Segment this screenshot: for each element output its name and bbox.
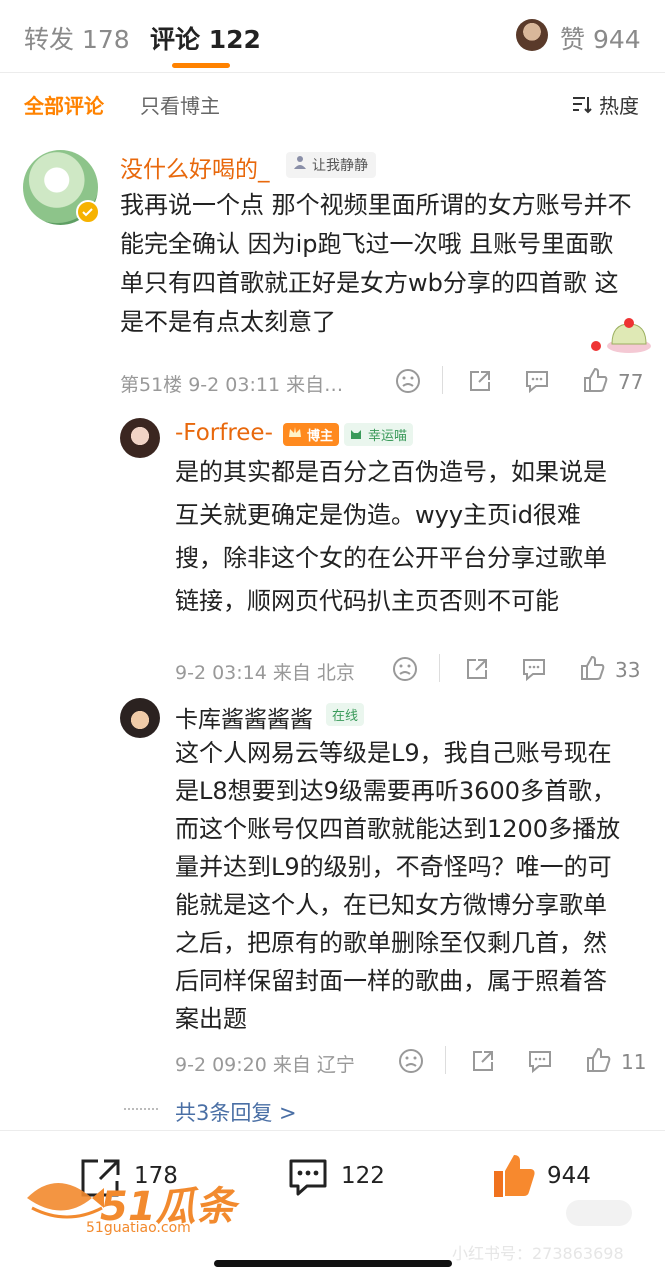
xhs-id-watermark: 小红书号：273863698 [452, 1244, 624, 1263]
comment-bubble-icon[interactable] [285, 1155, 331, 1201]
lucky-badge: 幸运喵 [344, 423, 414, 446]
xhs-logo [566, 1200, 632, 1226]
reply-avatar[interactable] [120, 698, 160, 738]
cat-icon [351, 430, 361, 439]
host-badge: 博主 [283, 423, 340, 446]
reply-author-name[interactable]: 卡库酱酱酱酱 [175, 700, 313, 734]
dislike-icon[interactable] [395, 368, 421, 394]
tab-comments[interactable]: 评论 122 [150, 20, 261, 56]
reply-text: 是的其实都是百分之百伪造号，如果说是互关就更确定是伪造。wyy主页id很难搜，除… [175, 458, 607, 615]
tab-repost[interactable]: 转发 178 [24, 20, 130, 56]
reply-text: 这个人网易云等级是L9，我自己账号现在是L8想要到达9级需要再听3600多首歌，… [175, 739, 621, 1033]
tab-likes[interactable]: 赞 944 [560, 20, 641, 56]
pudding-sticker-icon [591, 318, 651, 353]
thumbs-up-icon[interactable] [579, 654, 605, 682]
verified-badge-icon [76, 200, 100, 224]
comment-icon[interactable] [521, 656, 547, 682]
like-count: 77 [618, 370, 644, 394]
like-count: 33 [615, 658, 641, 682]
lucky-badge-label: 幸运喵 [368, 429, 408, 444]
reply-author-name[interactable]: -Forfree- [175, 420, 273, 446]
share-icon[interactable] [470, 1048, 496, 1074]
reply-meta: 9-2 03:14 来自 北京 [175, 662, 355, 684]
active-tab-indicator [172, 63, 230, 68]
like-thumb-icon[interactable] [490, 1151, 538, 1201]
meditate-icon [294, 156, 306, 169]
divider [442, 366, 443, 394]
divider [439, 654, 440, 682]
thumbs-up-icon[interactable] [585, 1046, 611, 1074]
reply-meta: 9-2 09:20 来自 辽宁 [175, 1054, 355, 1076]
filter-author-only[interactable]: 只看博主 [140, 90, 220, 119]
home-indicator [214, 1260, 452, 1267]
comment-icon[interactable] [524, 368, 550, 394]
online-badge: 在线 [326, 703, 365, 726]
top-tab-bar: 转发 178 评论 122 赞 944 [0, 0, 665, 72]
like-count-total: 944 [547, 1163, 591, 1189]
dislike-icon[interactable] [392, 656, 418, 682]
share-icon[interactable] [467, 368, 493, 394]
watermark-url: 51guatiao.com [86, 1220, 191, 1236]
dislike-icon[interactable] [398, 1048, 424, 1074]
sort-label: 热度 [599, 94, 639, 118]
more-replies-link[interactable]: 共3条回复 > [175, 1097, 297, 1127]
share-icon[interactable] [464, 656, 490, 682]
comment-icon[interactable] [527, 1048, 553, 1074]
user-badge-label: 让我静静 [312, 158, 368, 174]
reply-avatar[interactable] [120, 418, 160, 458]
comment-text: 我再说一个点 那个视频里面所谓的女方账号并不能完全确认 因为ip跑飞过一次哦 且… [120, 191, 632, 336]
comment-count: 122 [341, 1163, 385, 1189]
divider [445, 1046, 446, 1074]
comment-meta: 第51楼 9-2 03:11 来自… [120, 374, 344, 396]
divider [0, 72, 665, 73]
liker-avatar[interactable] [516, 19, 548, 51]
like-count: 11 [621, 1050, 647, 1074]
filter-all-comments[interactable]: 全部评论 [24, 90, 104, 119]
thumbs-up-icon[interactable] [582, 366, 608, 394]
commenter-name[interactable]: 没什么好喝的_ [120, 150, 270, 184]
host-badge-label: 博主 [307, 429, 334, 444]
sort-icon [573, 96, 592, 113]
crown-icon [289, 427, 301, 437]
site-watermark: 51瓜条 51guatiao.com [22, 1170, 236, 1244]
user-badge: 让我静静 [286, 152, 376, 178]
sort-button[interactable]: 热度 [571, 90, 639, 119]
dotted-line [124, 1108, 158, 1110]
